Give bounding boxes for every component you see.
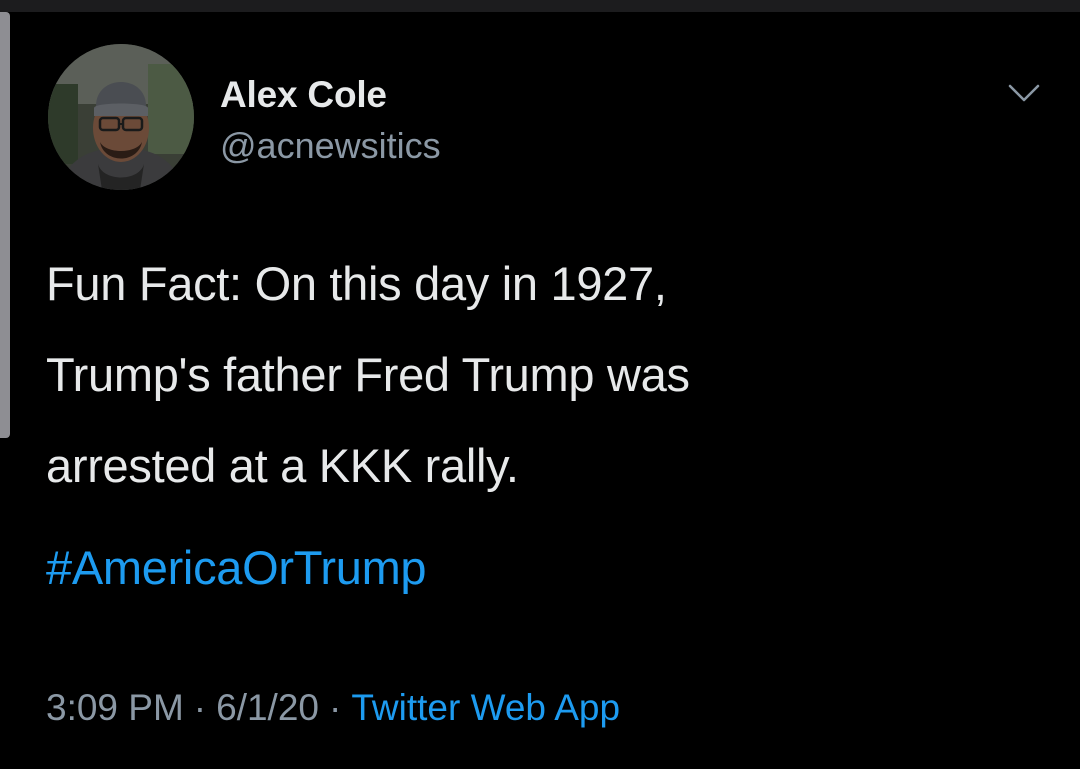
tweet-card: Alex Cole @acnewsitics Fun Fact: On this… (0, 12, 1080, 769)
tweet-text-line: Fun Fact: On this day in 1927, (46, 257, 667, 310)
tweet-text-line: arrested at a KKK rally. (46, 439, 519, 492)
tweet-text-line: Trump's father Fred Trump was (46, 348, 690, 401)
more-options-button[interactable] (1002, 76, 1046, 108)
tweet-meta: 3:09 PM · 6/1/20 · Twitter Web App (46, 687, 620, 729)
tweet-date[interactable]: 6/1/20 (216, 687, 319, 728)
chevron-down-icon (1008, 84, 1040, 102)
avatar[interactable] (48, 44, 194, 190)
author-handle[interactable]: @acnewsitics (220, 125, 441, 167)
screenshot-frame: Alex Cole @acnewsitics Fun Fact: On this… (0, 0, 1080, 769)
hashtag-link[interactable]: #AmericaOrTrump (46, 540, 427, 595)
tweet-source-link[interactable]: Twitter Web App (351, 687, 620, 728)
meta-separator: · (329, 687, 342, 728)
meta-separator: · (193, 687, 207, 728)
author-display-name[interactable]: Alex Cole (220, 74, 387, 116)
avatar-image (48, 44, 194, 190)
top-edge-strip (0, 0, 1080, 12)
tweet-time[interactable]: 3:09 PM (46, 687, 184, 728)
tweet-text: Fun Fact: On this day in 1927, Trump's f… (46, 238, 1036, 511)
